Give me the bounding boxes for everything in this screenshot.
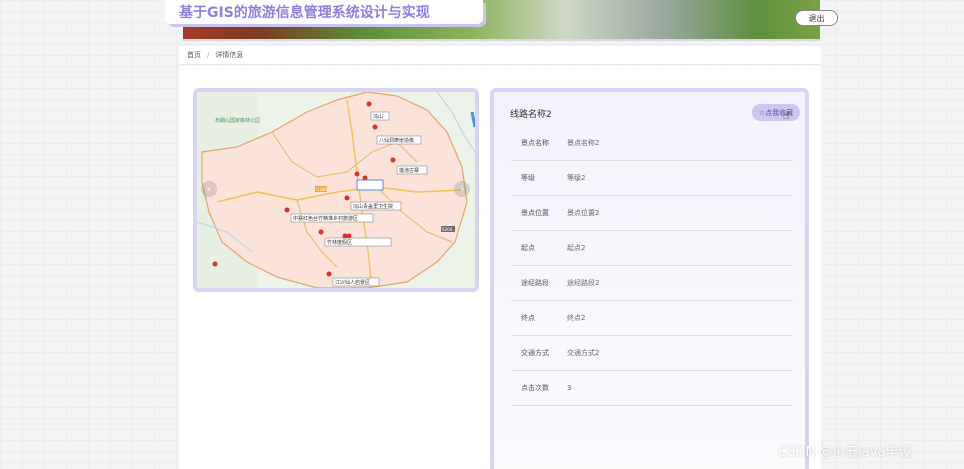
breadcrumb-current: 详情信息 [215, 51, 244, 59]
map-label: 莲池古寨 [399, 167, 419, 174]
road-label: S204 [442, 227, 453, 232]
svg-text:布朗山国家森林公园: 布朗山国家森林公园 [215, 117, 260, 124]
detail-row: 途经路段 途经路段2 [511, 266, 793, 301]
field-value: 交通方式2 [567, 349, 600, 357]
field-label: 途经路段 [521, 279, 549, 287]
breadcrumb: 首页 / 详情信息 [179, 46, 821, 65]
map-prev-arrow[interactable]: ‹ [201, 181, 217, 197]
map-card[interactable]: 布朗山国家森林公园 冯山 八仙洞摩崖造像 莲池古寨 冯山青盖里卫生院 中寨红色丝… [193, 88, 479, 292]
field-value: 起点2 [567, 244, 586, 252]
field-label: 终点 [521, 314, 535, 322]
detail-row: 景点位置 景点位置2 [511, 196, 793, 231]
map-next-arrow[interactable]: › [454, 181, 470, 197]
breadcrumb-home[interactable]: 首页 [187, 50, 201, 60]
map-label: 江兴仙人岩景区 [335, 279, 370, 286]
map-label: 八仙洞摩崖造像 [379, 137, 414, 144]
favorite-button[interactable]: ☆点我收藏 [752, 104, 800, 121]
field-value: 景点名称2 [567, 139, 600, 147]
watermark: CSDN @小五java毕设 [778, 445, 912, 460]
app-title: 基于GIS的旅游信息管理系统设计与实现 [179, 5, 430, 21]
field-value: 景点位置2 [567, 209, 600, 217]
detail-row: 等级 等级2 [511, 161, 793, 196]
mouse-cursor-icon: ☝ [783, 109, 790, 122]
detail-row: 交通方式 交通方式2 [511, 336, 793, 371]
detail-row: 点击次数 3 [511, 371, 793, 406]
field-label: 交通方式 [521, 349, 549, 357]
field-value: 3 [567, 384, 572, 392]
detail-row: 起点 起点2 [511, 231, 793, 266]
field-label: 等级 [521, 174, 535, 182]
map-label: 竹林度假区 [327, 239, 352, 246]
map-label: 冯山 [373, 113, 383, 120]
field-label: 景点位置 [521, 209, 549, 217]
breadcrumb-separator: / [207, 51, 210, 59]
detail-row: 终点 终点2 [511, 301, 793, 336]
logout-button[interactable]: 退出 [795, 10, 838, 26]
detail-row: 景点名称 景点名称2 [511, 126, 793, 161]
route-name: 线路名称2 [510, 110, 552, 120]
field-value: 终点2 [567, 314, 586, 322]
map-label: 冯山青盖里卫生院 [353, 203, 393, 210]
map-label: 中寨红色丝竹精准乡村旅游区 [293, 215, 358, 222]
field-label: 景点名称 [521, 139, 549, 147]
field-value: 等级2 [567, 174, 586, 182]
field-label: 起点 [521, 244, 535, 252]
road-label: G348 [316, 187, 327, 192]
field-label: 点击次数 [521, 384, 549, 392]
title-box: 基于GIS的旅游信息管理系统设计与实现 [165, 0, 483, 24]
detail-card: 线路名称2 ☆点我收藏 ☝ 景点名称 景点名称2 等级 等级2 景点位置 景点位… [490, 88, 809, 469]
field-value: 途经路段2 [567, 279, 600, 287]
map-view[interactable]: 布朗山国家森林公园 冯山 八仙洞摩崖造像 莲池古寨 冯山青盖里卫生院 中寨红色丝… [197, 92, 475, 288]
